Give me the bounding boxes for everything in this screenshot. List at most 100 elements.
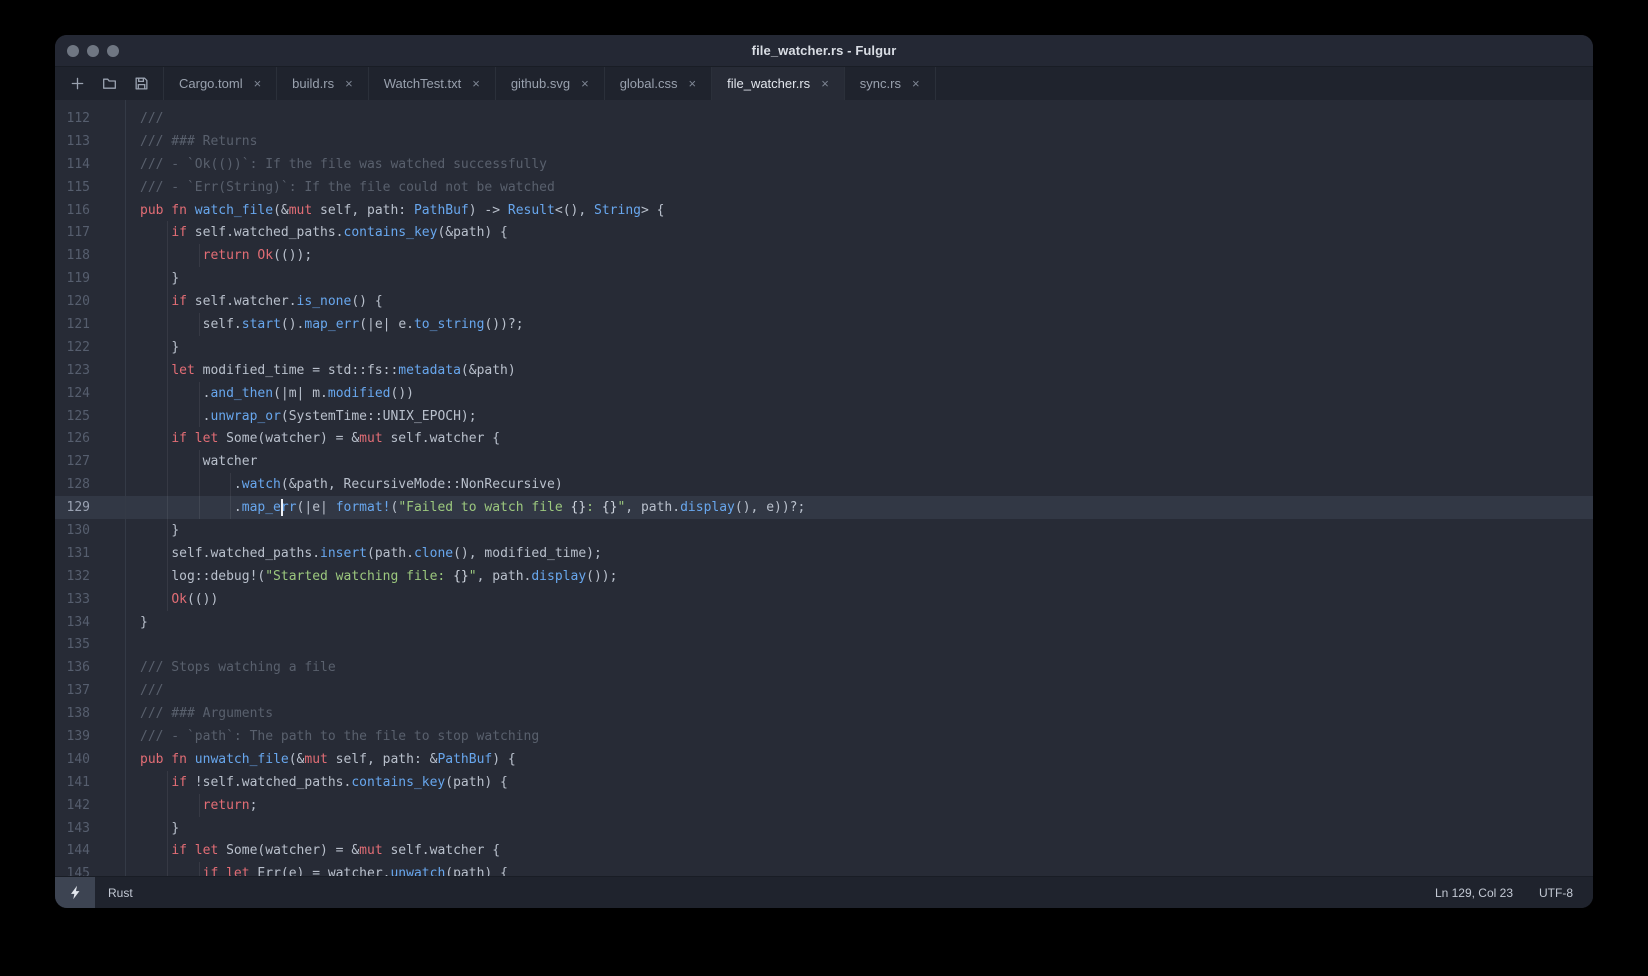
code-line[interactable]: 136 /// Stops watching a file bbox=[55, 656, 1593, 679]
code-text: /// bbox=[140, 683, 164, 699]
tab-file_watcher.rs[interactable]: file_watcher.rs × bbox=[712, 67, 845, 100]
line-number: 130 bbox=[66, 522, 90, 538]
tab-global.css[interactable]: global.css × bbox=[605, 67, 713, 100]
line-number: 137 bbox=[66, 683, 90, 699]
code-line[interactable]: 137 /// bbox=[55, 679, 1593, 702]
close-tab-icon[interactable]: × bbox=[689, 77, 697, 90]
code-text: if self.watched_paths.contains_key(&path… bbox=[171, 225, 508, 241]
code-line[interactable]: 143 } bbox=[55, 816, 1593, 840]
line-number: 141 bbox=[66, 774, 90, 790]
code-line[interactable]: 139 /// - `path`: The path to the file to… bbox=[55, 725, 1593, 748]
code-line[interactable]: 119 } bbox=[55, 267, 1593, 291]
code-line[interactable]: 131 self.watched_paths.insert(path.clone… bbox=[55, 541, 1593, 565]
tab-sync.rs[interactable]: sync.rs × bbox=[845, 67, 936, 100]
line-number: 134 bbox=[66, 614, 90, 630]
tab-label: Cargo.toml bbox=[179, 76, 243, 91]
code-line[interactable]: 133 Ok(()) bbox=[55, 587, 1593, 611]
close-tab-icon[interactable]: × bbox=[254, 77, 262, 90]
code-line[interactable]: 135 bbox=[55, 633, 1593, 656]
code-text: .map_err(|e| format!("Failed to watch fi… bbox=[233, 500, 806, 516]
code-line[interactable]: 132 log::debug!("Started watching file: … bbox=[55, 564, 1593, 588]
line-number: 135 bbox=[66, 637, 90, 653]
tab-label: global.css bbox=[619, 76, 678, 91]
code-line[interactable]: 123 let modified_time = std::fs::metadat… bbox=[55, 358, 1593, 382]
tab-build.rs[interactable]: build.rs × bbox=[277, 67, 369, 100]
code-text: /// - `Err(String)`: If the file could n… bbox=[140, 179, 555, 195]
code-line[interactable]: 140 pub fn unwatch_file(&mut self, path: … bbox=[55, 748, 1593, 771]
code-line[interactable]: 112 /// bbox=[55, 107, 1593, 130]
line-number: 139 bbox=[66, 728, 90, 744]
line-number: 128 bbox=[66, 477, 90, 493]
code-line[interactable]: 145 if let Err(e) = watcher.unwatch(path… bbox=[55, 862, 1593, 876]
minimize-window-button[interactable] bbox=[87, 44, 99, 57]
line-number: 115 bbox=[66, 179, 90, 195]
title-bar: file_watcher.rs - Fulgur bbox=[55, 35, 1593, 67]
code-text: /// ### Returns bbox=[140, 133, 258, 149]
line-number: 127 bbox=[66, 454, 90, 470]
code-line[interactable]: 113 /// ### Returns bbox=[55, 130, 1593, 153]
code-line[interactable]: 120 if self.watcher.is_none() { bbox=[55, 290, 1593, 314]
code-line[interactable]: 144 if let Some(watcher) = &mut self.wat… bbox=[55, 839, 1593, 863]
code-line[interactable]: 128 .watch(&path, RecursiveMode::NonRecu… bbox=[55, 473, 1593, 497]
code-text: } bbox=[171, 339, 180, 355]
code-line[interactable]: 114 /// - `Ok(())`: If the file was watch… bbox=[55, 153, 1593, 176]
code-text: pub fn unwatch_file(&mut self, path: &Pa… bbox=[140, 751, 516, 767]
line-number: 124 bbox=[66, 385, 90, 401]
status-cursor-position[interactable]: Ln 129, Col 23 bbox=[1435, 886, 1513, 900]
close-tab-icon[interactable]: × bbox=[345, 77, 353, 90]
open-folder-icon[interactable] bbox=[101, 76, 117, 92]
line-number: 140 bbox=[66, 751, 90, 767]
code-line[interactable]: 121 self.start().map_err(|e| e.to_string… bbox=[55, 313, 1593, 336]
tab-github.svg[interactable]: github.svg × bbox=[496, 67, 605, 100]
line-number: 126 bbox=[66, 431, 90, 447]
code-line[interactable]: 129 .map_err(|e| format!("Failed to watc… bbox=[55, 496, 1593, 520]
line-number: 136 bbox=[66, 660, 90, 676]
line-number: 125 bbox=[66, 408, 90, 424]
code-line[interactable]: 130 } bbox=[55, 519, 1593, 542]
status-language[interactable]: Rust bbox=[108, 886, 133, 900]
status-encoding[interactable]: UTF-8 bbox=[1539, 886, 1573, 900]
line-number: 116 bbox=[66, 202, 90, 218]
status-right: Ln 129, Col 23 UTF-8 bbox=[1435, 886, 1593, 900]
code-text: } bbox=[171, 820, 180, 836]
tab-bar: Cargo.toml × build.rs × WatchTest.txt × github… bbox=[55, 67, 1593, 100]
code-line[interactable]: 124 .and_then(|m| m.modified()) bbox=[55, 381, 1593, 405]
new-tab-icon[interactable] bbox=[69, 76, 85, 92]
code-text: if let Some(watcher) = &mut self.watcher… bbox=[171, 843, 501, 859]
line-number: 131 bbox=[66, 545, 90, 561]
code-line[interactable]: 118 return Ok(()); bbox=[55, 244, 1593, 268]
code-line[interactable]: 127 watcher bbox=[55, 450, 1593, 474]
code-text: /// - `Ok(())`: If the file was watched … bbox=[140, 156, 547, 172]
code-line[interactable]: 126 if let Some(watcher) = &mut self.wat… bbox=[55, 427, 1593, 451]
tab-WatchTest.txt[interactable]: WatchTest.txt × bbox=[369, 67, 496, 100]
close-tab-icon[interactable]: × bbox=[821, 77, 829, 90]
close-window-button[interactable] bbox=[67, 44, 79, 57]
code-text: /// bbox=[140, 110, 164, 126]
code-text: } bbox=[140, 614, 148, 630]
tab-Cargo.toml[interactable]: Cargo.toml × bbox=[164, 67, 278, 100]
code-line[interactable]: 117 if self.watched_paths.contains_key(&… bbox=[55, 221, 1593, 245]
code-line[interactable]: 138 /// ### Arguments bbox=[55, 702, 1593, 725]
tab-label: file_watcher.rs bbox=[727, 76, 811, 91]
code-line[interactable]: 134} bbox=[55, 611, 1593, 634]
code-line[interactable]: 116 pub fn watch_file(&mut self, path: Pa… bbox=[55, 199, 1593, 222]
save-icon[interactable] bbox=[133, 76, 149, 92]
code-line[interactable]: 122 } bbox=[55, 335, 1593, 359]
code-text: watcher bbox=[202, 454, 258, 470]
code-text: } bbox=[171, 271, 180, 287]
traffic-lights bbox=[67, 35, 119, 66]
code-line[interactable]: 115 /// - `Err(String)`: If the file coul… bbox=[55, 176, 1593, 199]
line-number: 113 bbox=[66, 133, 90, 149]
close-tab-icon[interactable]: × bbox=[581, 77, 589, 90]
code-line[interactable]: 141 if !self.watched_paths.contains_key(… bbox=[55, 770, 1593, 794]
lightning-bolt-icon[interactable] bbox=[55, 877, 95, 908]
text-cursor bbox=[280, 499, 283, 517]
close-tab-icon[interactable]: × bbox=[912, 77, 920, 90]
code-line[interactable]: 142 return; bbox=[55, 793, 1593, 817]
line-number: 132 bbox=[66, 568, 90, 584]
maximize-window-button[interactable] bbox=[107, 44, 119, 57]
code-line[interactable]: 125 .unwrap_or(SystemTime::UNIX_EPOCH); bbox=[55, 404, 1593, 428]
code-editor[interactable]: 112 /// 113 /// ### Returns 114 /// - `Ok(())… bbox=[55, 100, 1593, 876]
window-title: file_watcher.rs - Fulgur bbox=[751, 43, 897, 58]
close-tab-icon[interactable]: × bbox=[472, 77, 480, 90]
